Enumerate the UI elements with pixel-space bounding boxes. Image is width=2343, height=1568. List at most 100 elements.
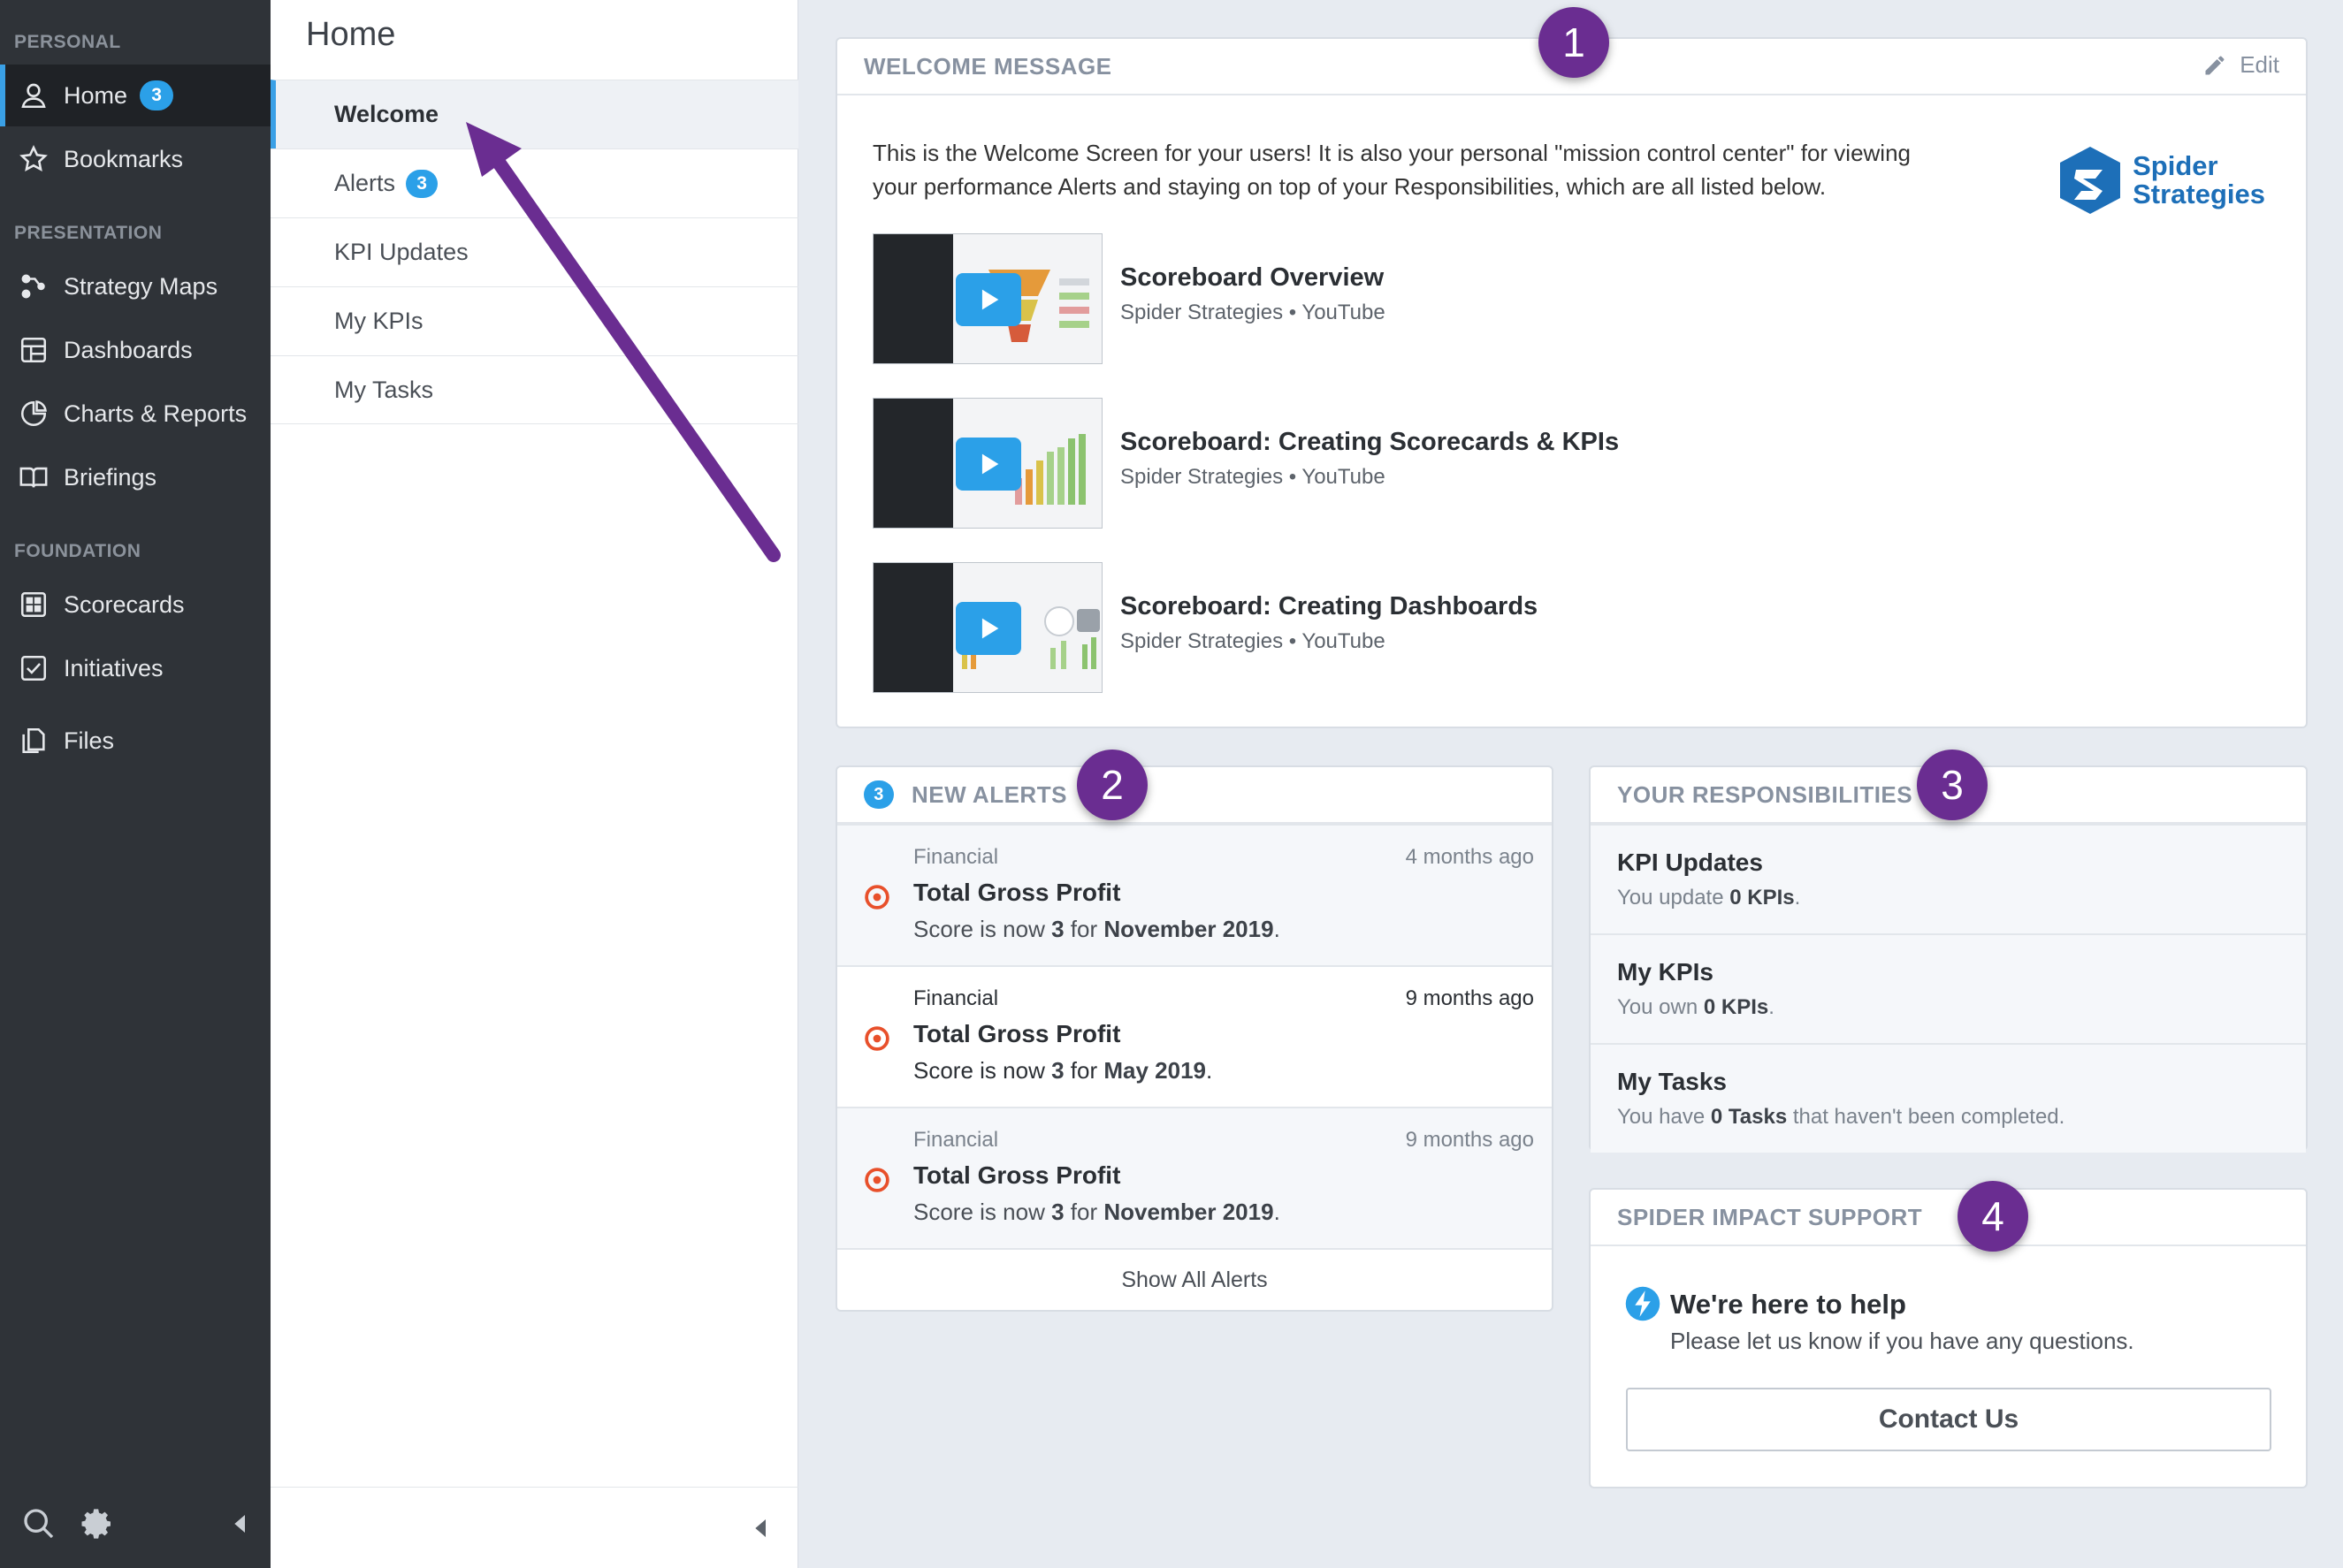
- alert-item[interactable]: Financial 9 months ago Total Gross Profi…: [837, 965, 1552, 1107]
- responsibility-item[interactable]: My Tasks You have 0 Tasks that haven't b…: [1591, 1043, 2306, 1153]
- subnav-item-my-tasks[interactable]: My Tasks: [271, 355, 798, 424]
- page-title: Home: [306, 16, 396, 53]
- nav-item-strategy-maps[interactable]: Strategy Maps: [0, 255, 271, 317]
- edit-button[interactable]: Edit: [2202, 51, 2279, 79]
- support-subtitle: Please let us know if you have any quest…: [1670, 1328, 2134, 1354]
- support-title: We're here to help: [1670, 1289, 1906, 1320]
- nav-item-scorecards[interactable]: Scorecards: [0, 574, 271, 636]
- support-panel: SPIDER IMPACT SUPPORT We're here to help…: [1589, 1188, 2308, 1488]
- video-item[interactable]: Scoreboard: Creating Dashboards Spider S…: [873, 562, 1934, 695]
- nav-item-label: Files: [64, 727, 115, 754]
- responsibility-summary: You update 0 KPIs.: [1617, 886, 1801, 910]
- responsibility-title[interactable]: KPI Updates: [1617, 849, 1763, 877]
- video-title[interactable]: Scoreboard Overview: [1120, 263, 1384, 293]
- alert-title[interactable]: Total Gross Profit: [913, 879, 1120, 907]
- nav-section-foundation: FOUNDATION: [14, 541, 141, 561]
- welcome-text: This is the Welcome Screen for your user…: [873, 140, 1911, 200]
- new-alerts-panel: 3 NEW ALERTS Financial 4 months ago Tota…: [836, 765, 1553, 1312]
- scorecard-icon: [18, 589, 50, 620]
- nav-item-files[interactable]: Files: [0, 710, 271, 772]
- video-source: Spider Strategies • YouTube: [1120, 629, 1385, 653]
- support-header: SPIDER IMPACT SUPPORT: [1591, 1190, 2306, 1246]
- alert-score: Score is now 3 for November 2019.: [913, 1199, 1280, 1225]
- nav-item-charts-reports[interactable]: Charts & Reports: [0, 383, 271, 445]
- nav-item-bookmarks[interactable]: Bookmarks: [0, 128, 271, 190]
- show-all-alerts-link[interactable]: Show All Alerts: [837, 1248, 1552, 1310]
- subnav-item-label: Welcome: [334, 101, 439, 127]
- pencil-icon: [2205, 56, 2225, 74]
- alert-score: Score is now 3 for May 2019.: [913, 1057, 1213, 1084]
- gear-icon[interactable]: [80, 1506, 115, 1541]
- nav-item-dashboards[interactable]: Dashboards: [0, 319, 271, 381]
- alert-target-icon: [865, 1168, 889, 1192]
- alert-target-icon: [865, 885, 889, 910]
- callout-marker: 4: [1958, 1181, 2028, 1252]
- nav-item-label: Scorecards: [64, 590, 185, 618]
- alert-category: Financial: [913, 986, 999, 1010]
- nav-item-home[interactable]: Home 3: [0, 65, 271, 126]
- video-title[interactable]: Scoreboard: Creating Scorecards & KPIs: [1120, 428, 1619, 457]
- home-count-badge: 3: [140, 80, 174, 110]
- video-thumbnail[interactable]: [873, 233, 1103, 364]
- video-thumbnail[interactable]: [873, 398, 1103, 529]
- video-thumbnail[interactable]: [873, 562, 1103, 693]
- nav-item-label: Briefings: [64, 463, 157, 491]
- responsibility-item[interactable]: KPI Updates You update 0 KPIs.: [1591, 824, 2306, 933]
- alert-item[interactable]: Financial 4 months ago Total Gross Profi…: [837, 824, 1552, 965]
- nav-item-label: Home: [64, 81, 128, 109]
- nav-footer: [0, 1480, 271, 1568]
- video-title[interactable]: Scoreboard: Creating Dashboards: [1120, 592, 1538, 621]
- responsibility-title[interactable]: My Tasks: [1617, 1068, 1727, 1096]
- alert-time: 9 months ago: [1405, 986, 1534, 1010]
- dashboard-icon: [18, 334, 50, 366]
- alert-category: Financial: [913, 1128, 999, 1152]
- video-item[interactable]: Scoreboard Overview Spider Strategies • …: [873, 233, 1934, 366]
- nav-item-label: Initiatives: [64, 654, 164, 681]
- alert-time: 9 months ago: [1405, 1128, 1534, 1152]
- alert-title[interactable]: Total Gross Profit: [913, 1020, 1120, 1048]
- callout-marker: 2: [1077, 750, 1148, 820]
- alert-item[interactable]: Financial 9 months ago Total Gross Profi…: [837, 1107, 1552, 1248]
- nav-item-label: Dashboards: [64, 336, 193, 363]
- collapse-left-icon[interactable]: [223, 1506, 258, 1541]
- edit-label: Edit: [2240, 51, 2279, 78]
- collapse-subnav-icon[interactable]: [744, 1511, 779, 1546]
- new-alerts-header: 3 NEW ALERTS: [837, 767, 1552, 824]
- nav-item-label: Bookmarks: [64, 145, 184, 172]
- play-icon: [956, 273, 1021, 326]
- alert-target-icon: [865, 1026, 889, 1051]
- welcome-panel: WELCOME MESSAGE Edit This is the Welcome…: [836, 37, 2308, 728]
- subnav-item-label: My Tasks: [334, 376, 434, 403]
- nav-section-presentation: PRESENTATION: [14, 223, 163, 243]
- book-icon: [18, 461, 50, 493]
- responsibility-summary: You own 0 KPIs.: [1617, 995, 1774, 1019]
- responsibility-item[interactable]: My KPIs You own 0 KPIs.: [1591, 933, 2306, 1043]
- callout-marker: 3: [1917, 750, 1988, 820]
- logo-line2: Strategies: [2133, 179, 2265, 209]
- subnav-item-alerts[interactable]: Alerts 3: [271, 148, 798, 217]
- lightning-icon: [1625, 1286, 1660, 1321]
- spider-strategies-logo: Spider Strategies: [2058, 145, 2265, 216]
- alert-category: Financial: [913, 845, 999, 869]
- nav-section-personal: PERSONAL: [14, 32, 121, 52]
- responsibilities-panel: YOUR RESPONSIBILITIES KPI Updates You up…: [1589, 765, 2308, 1153]
- subnav-item-welcome[interactable]: Welcome: [271, 80, 798, 148]
- home-subnav: Home Welcome Alerts 3 KPI Updates My KPI…: [271, 0, 798, 1568]
- responsibility-title[interactable]: My KPIs: [1617, 958, 1713, 986]
- search-icon[interactable]: [21, 1506, 57, 1541]
- subnav-item-kpi-updates[interactable]: KPI Updates: [271, 217, 798, 286]
- user-icon: [18, 80, 50, 111]
- video-source: Spider Strategies • YouTube: [1120, 465, 1385, 489]
- video-source: Spider Strategies • YouTube: [1120, 301, 1385, 324]
- contact-us-button[interactable]: Contact Us: [1626, 1388, 2271, 1451]
- video-item[interactable]: Scoreboard: Creating Scorecards & KPIs S…: [873, 398, 1934, 530]
- subnav-item-my-kpis[interactable]: My KPIs: [271, 286, 798, 355]
- alert-title[interactable]: Total Gross Profit: [913, 1161, 1120, 1190]
- alert-time: 4 months ago: [1405, 845, 1534, 869]
- alert-score: Score is now 3 for November 2019.: [913, 916, 1280, 942]
- responsibility-summary: You have 0 Tasks that haven't been compl…: [1617, 1105, 2065, 1129]
- nav-item-initiatives[interactable]: Initiatives: [0, 637, 271, 699]
- nav-item-briefings[interactable]: Briefings: [0, 446, 271, 508]
- new-alerts-title: NEW ALERTS: [912, 780, 1067, 808]
- subnav-item-label: KPI Updates: [334, 239, 469, 265]
